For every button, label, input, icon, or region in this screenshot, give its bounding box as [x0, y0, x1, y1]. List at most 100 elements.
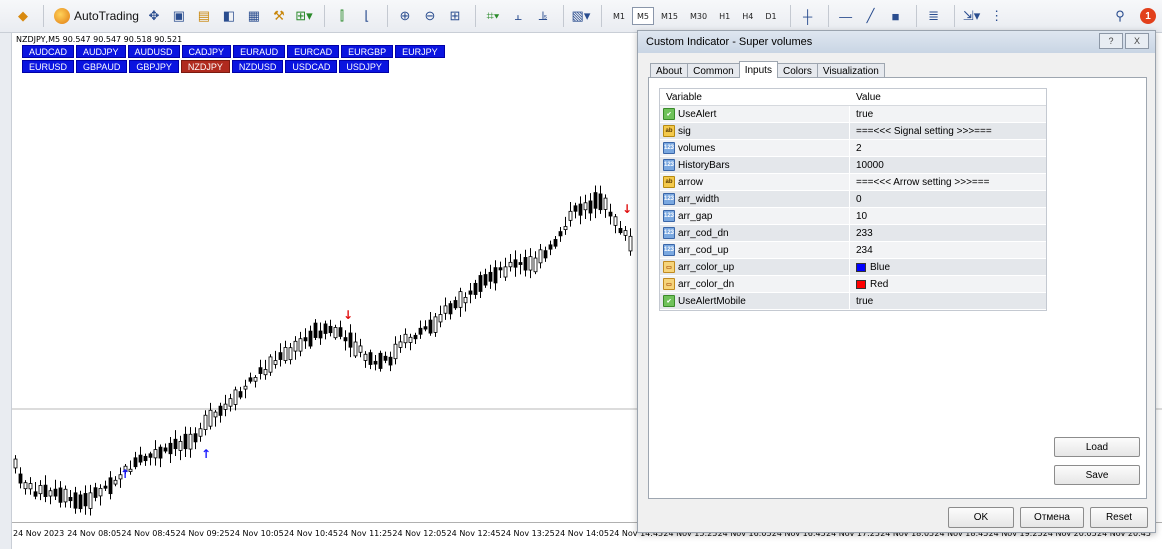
table-row[interactable]: 123 arr_cod_dn 233 [660, 225, 1046, 242]
value-cell[interactable]: true [850, 106, 1046, 122]
candle-body [428, 319, 433, 334]
candle-body [38, 485, 43, 495]
value-cell[interactable]: 2 [850, 140, 1046, 156]
candle-body [548, 244, 553, 250]
period-separators-icon[interactable]: ⋮ [986, 4, 1008, 28]
candle-body [153, 449, 158, 459]
horizontal-line-icon[interactable]: — [835, 4, 857, 28]
table-row[interactable]: 123 volumes 2 [660, 140, 1046, 157]
timeframe-d1[interactable]: D1 [760, 7, 781, 25]
reset-button[interactable]: Reset [1090, 507, 1148, 528]
symbol-button-euraud[interactable]: EURAUD [233, 45, 286, 58]
symbol-button-eurjpy[interactable]: EURJPY [395, 45, 445, 58]
value-cell[interactable]: true [850, 293, 1046, 309]
line-chart-icon[interactable]: ⌊ [356, 4, 378, 28]
timeframe-m1[interactable]: M1 [608, 7, 630, 25]
table-row[interactable]: ▭ arr_color_up Blue [660, 259, 1046, 276]
cancel-button[interactable]: Отмена [1020, 507, 1084, 528]
value-cell[interactable]: ===<<< Signal setting >>>=== [850, 123, 1046, 139]
bar-chart-icon[interactable]: ⫿ [331, 4, 353, 28]
symbol-button-audjpy[interactable]: AUDJPY [76, 45, 126, 58]
save-button[interactable]: Save [1054, 465, 1140, 485]
value-cell[interactable]: 10 [850, 208, 1046, 224]
symbol-button-eurgbp[interactable]: EURGBP [341, 45, 394, 58]
tab-about[interactable]: About [650, 63, 689, 78]
load-button[interactable]: Load [1054, 437, 1140, 457]
value-text: 10 [856, 210, 868, 222]
tile-windows-icon[interactable]: ⊞ [444, 4, 466, 28]
symbol-button-eurcad[interactable]: EURCAD [287, 45, 340, 58]
auto-scroll-icon[interactable]: ⫡ [532, 4, 554, 28]
market-watch-icon[interactable]: ▣ [168, 4, 190, 28]
search-icon[interactable]: ⚲ [1109, 4, 1131, 28]
symbol-button-usdjpy[interactable]: USDJPY [339, 60, 389, 73]
value-cell[interactable]: 0 [850, 191, 1046, 207]
trendline-icon[interactable]: ╱ [860, 4, 882, 28]
rectangle-icon[interactable]: ■ [885, 4, 907, 28]
new-chart-icon[interactable]: ⊞▾ [293, 4, 315, 28]
dialog-title-bar[interactable]: Custom Indicator - Super volumes ? X [638, 31, 1155, 53]
table-row[interactable]: 123 HistoryBars 10000 [660, 157, 1046, 174]
candle-body [438, 314, 443, 323]
ok-button[interactable]: OK [948, 507, 1014, 528]
symbol-button-audusd[interactable]: AUDUSD [127, 45, 180, 58]
candle-body [183, 433, 188, 450]
table-row[interactable]: 123 arr_gap 10 [660, 208, 1046, 225]
new-order-icon[interactable]: ◆ [12, 4, 34, 28]
symbol-button-usdcad[interactable]: USDCAD [285, 60, 338, 73]
arrow-up-icon: ↑ [120, 467, 130, 481]
candle-body [148, 453, 153, 458]
arrows-icon[interactable]: ⇲▾ [961, 4, 983, 28]
timeframe-h4[interactable]: H4 [737, 7, 758, 25]
symbol-button-audcad[interactable]: AUDCAD [22, 45, 75, 58]
table-row[interactable]: ✔ UseAlertMobile true [660, 293, 1046, 310]
table-row[interactable]: ab arrow ===<<< Arrow setting >>>=== [660, 174, 1046, 191]
symbol-button-eurusd[interactable]: EURUSD [22, 60, 75, 73]
strategy-tester-icon[interactable]: ⚒ [268, 4, 290, 28]
candle-body [343, 337, 348, 342]
fibonacci-icon[interactable]: ≣ [923, 4, 945, 28]
templates-icon[interactable]: ▧▾ [570, 4, 592, 28]
value-cell[interactable]: 234 [850, 242, 1046, 258]
autotrading-button[interactable]: AutoTrading [50, 8, 143, 24]
zoom-out-icon[interactable]: ⊖ [419, 4, 441, 28]
timeframe-m30[interactable]: M30 [685, 7, 712, 25]
navigator-icon[interactable]: ◧ [218, 4, 240, 28]
chart-shift-icon[interactable]: ⫠ [507, 4, 529, 28]
close-button[interactable]: X [1125, 33, 1149, 49]
data-window-icon[interactable]: ▤ [193, 4, 215, 28]
value-cell[interactable]: Red [850, 276, 1046, 292]
value-text: Red [870, 278, 889, 290]
tab-visualization[interactable]: Visualization [816, 63, 885, 78]
table-row[interactable]: 123 arr_width 0 [660, 191, 1046, 208]
value-cell[interactable]: 10000 [850, 157, 1046, 173]
zoom-in-icon[interactable]: ⊕ [394, 4, 416, 28]
terminal-icon[interactable]: ▦ [243, 4, 265, 28]
value-cell[interactable]: ===<<< Arrow setting >>>=== [850, 174, 1046, 190]
symbol-button-nzdusd[interactable]: NZDUSD [231, 60, 284, 73]
table-row[interactable]: ✔ UseAlert true [660, 106, 1046, 123]
table-row[interactable]: ab sig ===<<< Signal setting >>>=== [660, 123, 1046, 140]
variable-name: arr_cod_up [678, 244, 729, 256]
timeframe-m5[interactable]: M5 [631, 7, 654, 25]
color-swatch [856, 262, 866, 272]
indicators-icon[interactable]: ⌗▾ [482, 4, 504, 28]
table-row[interactable]: ▭ arr_color_dn Red [660, 276, 1046, 293]
crosshair-icon[interactable]: ┼ [797, 4, 819, 28]
candle-body [313, 322, 318, 338]
tab-common[interactable]: Common [687, 63, 740, 78]
notification-badge[interactable]: 1 [1140, 8, 1156, 24]
crosshair-move-icon[interactable]: ✥ [143, 4, 165, 28]
symbol-button-nzdjpy[interactable]: NZDJPY [180, 60, 230, 73]
symbol-button-cadjpy[interactable]: CADJPY [181, 45, 232, 58]
help-button[interactable]: ? [1099, 33, 1123, 49]
symbol-button-gbpjpy[interactable]: GBPJPY [129, 60, 179, 73]
tab-inputs[interactable]: Inputs [738, 61, 778, 78]
tab-colors[interactable]: Colors [776, 63, 818, 78]
timeframe-m15[interactable]: M15 [656, 7, 683, 25]
timeframe-h1[interactable]: H1 [714, 7, 735, 25]
value-cell[interactable]: Blue [850, 259, 1046, 275]
symbol-button-gbpaud[interactable]: GBPAUD [76, 60, 128, 73]
table-row[interactable]: 123 arr_cod_up 234 [660, 242, 1046, 259]
value-cell[interactable]: 233 [850, 225, 1046, 241]
